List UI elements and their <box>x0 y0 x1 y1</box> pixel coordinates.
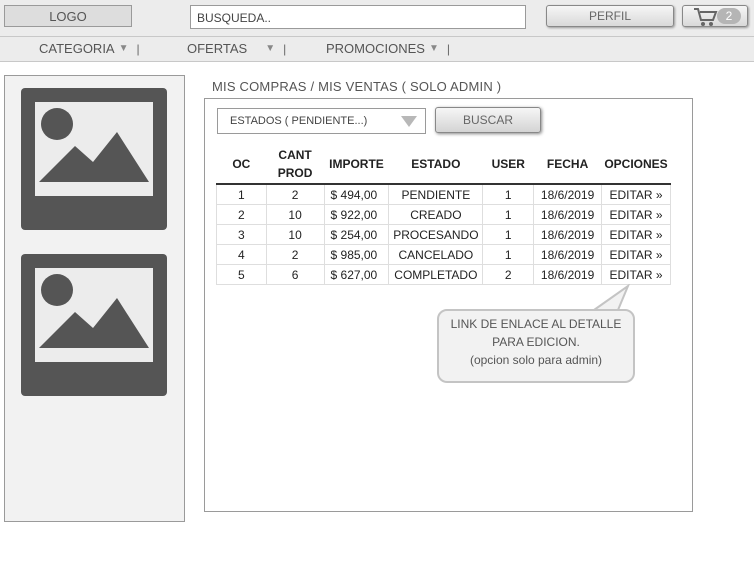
cart-count-badge: 2 <box>717 8 741 24</box>
image-placeholder[interactable] <box>21 254 167 396</box>
table-row: 5 6 $ 627,00 COMPLETADO 2 18/6/2019 EDIT… <box>216 264 671 285</box>
cell-oc: 3 <box>216 224 267 245</box>
column-header-label: CANT PROD <box>277 147 313 180</box>
image-placeholder-icon <box>35 102 153 196</box>
column-header-importe: IMPORTE <box>324 144 389 185</box>
cell-oc: 2 <box>216 204 267 225</box>
nav-item-label: OFERTAS <box>187 41 248 56</box>
logo[interactable]: LOGO <box>4 5 132 27</box>
column-header-cant-prod: CANT PROD <box>266 144 325 185</box>
nav-separator: | <box>283 41 287 56</box>
nav-item-ofertas[interactable]: OFERTAS ▼ | <box>187 41 286 56</box>
nav-item-label: PROMOCIONES <box>326 41 425 56</box>
search-button[interactable]: BUSCAR <box>435 107 541 133</box>
profile-button[interactable]: PERFIL <box>546 5 674 27</box>
edit-link[interactable]: EDITAR » <box>601 244 671 265</box>
callout-line: LINK DE ENLACE AL DETALLE <box>450 317 622 331</box>
cell-user: 1 <box>482 204 535 225</box>
cell-importe: $ 627,00 <box>323 264 390 285</box>
cell-user: 1 <box>482 244 535 265</box>
sidebar <box>4 75 185 522</box>
chevron-down-icon <box>401 116 417 127</box>
nav-separator: | <box>136 41 140 56</box>
column-header-opciones: OPCIONES <box>601 144 671 185</box>
cell-fecha: 18/6/2019 <box>533 183 603 205</box>
column-header-fecha: FECHA <box>533 144 602 185</box>
cell-user: 2 <box>482 264 535 285</box>
column-header-oc: OC <box>216 144 267 185</box>
cell-user: 1 <box>482 183 535 205</box>
nav-item-promociones[interactable]: PROMOCIONES ▼ | <box>326 41 450 56</box>
image-placeholder[interactable] <box>21 88 167 230</box>
cell-cant-prod: 10 <box>265 204 325 225</box>
chevron-down-icon: ▼ <box>118 43 129 54</box>
edit-link[interactable]: EDITAR » <box>601 264 671 285</box>
column-header-user: USER <box>482 144 534 185</box>
orders-table: OC CANT PROD IMPORTE ESTADO USER FECHA O… <box>216 144 671 285</box>
cell-cant-prod: 6 <box>265 264 325 285</box>
top-bar: LOGO BUSQUEDA.. PERFIL 2 <box>0 0 754 37</box>
cart-icon <box>694 8 718 26</box>
cell-cant-prod: 2 <box>265 244 325 265</box>
table-row: 3 10 $ 254,00 PROCESANDO 1 18/6/2019 EDI… <box>216 224 671 245</box>
cell-importe: $ 494,00 <box>323 183 390 205</box>
annotation-callout: LINK DE ENLACE AL DETALLE PARA EDICION. … <box>437 309 635 383</box>
table-row: 2 10 $ 922,00 CREADO 1 18/6/2019 EDITAR … <box>216 204 671 225</box>
callout-line: PARA EDICION. <box>492 335 580 349</box>
cell-estado: PENDIENTE <box>388 183 484 205</box>
cell-fecha: 18/6/2019 <box>533 244 603 265</box>
callout-line: (opcion solo para admin) <box>469 353 603 367</box>
cell-importe: $ 254,00 <box>323 224 390 245</box>
nav-item-categoria[interactable]: CATEGORIA ▼ | <box>39 41 140 56</box>
cell-estado: CREADO <box>388 204 484 225</box>
table-row: 4 2 $ 985,00 CANCELADO 1 18/6/2019 EDITA… <box>216 244 671 265</box>
chevron-down-icon: ▼ <box>428 43 439 54</box>
cell-cant-prod: 2 <box>265 183 325 205</box>
chevron-down-icon: ▼ <box>265 43 276 54</box>
edit-link[interactable]: EDITAR » <box>601 204 671 225</box>
column-header-estado: ESTADO <box>388 144 483 185</box>
page-title: MIS COMPRAS / MIS VENTAS ( SOLO ADMIN ) <box>212 79 502 94</box>
image-placeholder-icon <box>35 268 153 362</box>
status-filter-select[interactable]: ESTADOS ( PENDIENTE...) <box>217 108 426 134</box>
edit-link[interactable]: EDITAR » <box>601 224 671 245</box>
cell-oc: 4 <box>216 244 267 265</box>
category-nav: CATEGORIA ▼ | OFERTAS ▼ | PROMOCIONES ▼ … <box>0 37 754 62</box>
search-input[interactable]: BUSQUEDA.. <box>190 5 526 29</box>
cell-user: 1 <box>482 224 535 245</box>
cell-fecha: 18/6/2019 <box>533 264 603 285</box>
cell-importe: $ 985,00 <box>323 244 390 265</box>
cell-estado: COMPLETADO <box>388 264 484 285</box>
nav-separator: | <box>446 41 450 56</box>
nav-item-label: CATEGORIA <box>39 41 115 56</box>
cell-importe: $ 922,00 <box>323 204 390 225</box>
status-filter-value: ESTADOS ( PENDIENTE...) <box>230 115 368 127</box>
cell-fecha: 18/6/2019 <box>533 224 603 245</box>
table-header-row: OC CANT PROD IMPORTE ESTADO USER FECHA O… <box>216 144 671 185</box>
cell-estado: CANCELADO <box>388 244 484 265</box>
cell-fecha: 18/6/2019 <box>533 204 603 225</box>
table-row: 1 2 $ 494,00 PENDIENTE 1 18/6/2019 EDITA… <box>216 183 671 205</box>
cell-oc: 5 <box>216 264 267 285</box>
cell-estado: PROCESANDO <box>388 224 484 245</box>
edit-link[interactable]: EDITAR » <box>601 183 671 205</box>
cell-cant-prod: 10 <box>265 224 325 245</box>
cart-button[interactable]: 2 <box>682 5 748 27</box>
cell-oc: 1 <box>216 183 267 205</box>
